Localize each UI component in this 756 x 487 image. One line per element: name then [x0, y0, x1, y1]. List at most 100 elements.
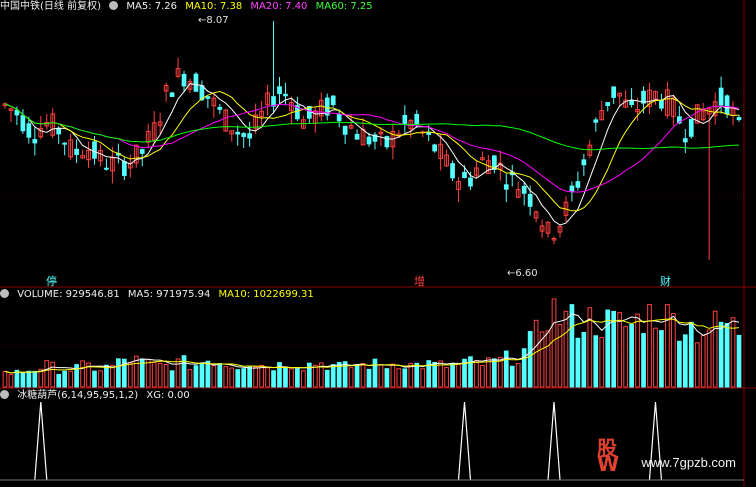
volume-bar — [199, 362, 205, 388]
volume-bar — [360, 363, 366, 388]
volume-bar — [480, 364, 485, 388]
stock-chart-canvas[interactable] — [0, 0, 756, 487]
indicator-panel[interactable] — [0, 401, 744, 481]
volume-bar — [145, 359, 151, 388]
volume-bar — [26, 370, 32, 388]
volume-bar — [694, 342, 700, 388]
volume-bar — [235, 369, 241, 388]
candle-body — [366, 136, 372, 145]
volume-bar — [629, 323, 634, 388]
watermark-logo: 股W — [597, 436, 620, 476]
event-marker-increase[interactable]: 增 — [414, 275, 425, 288]
volume-bar — [533, 319, 539, 388]
volume-bar — [187, 369, 193, 388]
volume-bar — [265, 367, 270, 388]
volume-bar — [682, 334, 688, 388]
settings-circle-icon[interactable] — [109, 1, 119, 10]
candle-body — [32, 139, 38, 144]
volume-bar — [2, 370, 8, 388]
candle-body — [241, 133, 247, 137]
xg-signal-spike — [547, 401, 561, 481]
volume-bar — [14, 369, 20, 388]
volume-bar — [110, 364, 115, 388]
volume-bar — [229, 367, 235, 388]
settings-circle-icon[interactable] — [0, 390, 9, 399]
volume-bar — [653, 327, 658, 388]
low-price-value: 6.60 — [515, 268, 538, 279]
volume-bar — [283, 367, 288, 388]
candle-body — [56, 127, 62, 135]
volume-bar — [712, 310, 718, 388]
ma5-line — [4, 83, 740, 226]
candle-body — [217, 106, 223, 110]
ma20-legend: MA20: 7.40 — [250, 1, 308, 12]
candle-body — [205, 96, 211, 99]
volume-bar — [223, 366, 229, 388]
candle-body — [121, 161, 127, 176]
volume-bar — [491, 358, 497, 388]
volume-bar — [324, 369, 330, 388]
volume-bar — [44, 360, 50, 388]
volume-bar — [509, 365, 515, 388]
volume-bar — [50, 361, 56, 388]
candle-body — [581, 159, 587, 166]
volume-bar — [671, 313, 676, 388]
indicator-xg: XG: 0.00 — [146, 390, 190, 401]
ma10-legend: MA10: 7.38 — [185, 1, 243, 12]
volume-bar — [402, 368, 408, 388]
candle-body — [659, 99, 664, 109]
indicator-params: (6,14,95,95,1,2) — [57, 390, 139, 401]
volume-bar — [706, 329, 712, 388]
volume-bar — [396, 368, 402, 388]
volume-bar — [241, 368, 247, 388]
volume-bar — [151, 361, 157, 388]
event-marker-suspend[interactable]: 停 — [46, 275, 57, 288]
volume-bar — [92, 370, 97, 388]
high-price-value: 8.07 — [206, 15, 229, 26]
volume-bar — [414, 362, 420, 388]
candle-body — [74, 148, 79, 156]
volume-bar — [98, 370, 103, 388]
volume-bar — [503, 350, 509, 388]
candle-body — [193, 73, 199, 92]
volume-bar — [497, 356, 503, 388]
xg-signal-spike — [34, 401, 48, 481]
volume-ma5-legend: MA5: 971975.94 — [127, 289, 211, 300]
volume-bar — [736, 334, 742, 388]
candle-body — [277, 86, 282, 95]
volume-bar — [205, 360, 211, 388]
volume-bar — [563, 310, 569, 388]
volume-bar — [306, 362, 312, 388]
volume-bar — [527, 331, 533, 388]
volume-bar — [80, 360, 85, 388]
event-marker-finance[interactable]: 财 — [660, 275, 671, 288]
volume-bar — [116, 358, 121, 388]
volume-bar — [295, 368, 300, 388]
candle-body — [688, 118, 694, 137]
ma5-legend: MA5: 7.26 — [126, 1, 178, 12]
volume-bar — [557, 324, 563, 388]
volume-bar — [301, 370, 306, 388]
price-panel[interactable] — [2, 20, 742, 260]
candle-body — [468, 177, 473, 187]
volume-bar — [617, 312, 623, 388]
volume-legend: VOLUME: 929546.81 — [17, 289, 120, 300]
candle-body — [641, 90, 646, 104]
volume-panel[interactable] — [2, 298, 742, 388]
volume-bar — [354, 365, 360, 388]
volume-bar — [104, 364, 109, 388]
candle-body — [736, 117, 742, 121]
candle-body — [181, 73, 187, 87]
volume-bar — [665, 304, 670, 388]
candle-body — [575, 181, 581, 188]
volume-bar — [390, 363, 396, 388]
xg-signal-spike — [457, 401, 472, 481]
volume-bar — [271, 370, 276, 388]
settings-circle-icon[interactable] — [0, 289, 9, 298]
volume-bar — [372, 358, 378, 388]
candle-body — [682, 138, 688, 143]
indicator-panel-header: 冰糖葫芦(6,14,95,95,1,2) XG: 0.00 — [0, 389, 195, 403]
volume-bar — [68, 370, 73, 388]
volume-bar — [384, 368, 390, 388]
candle-body — [527, 194, 533, 207]
